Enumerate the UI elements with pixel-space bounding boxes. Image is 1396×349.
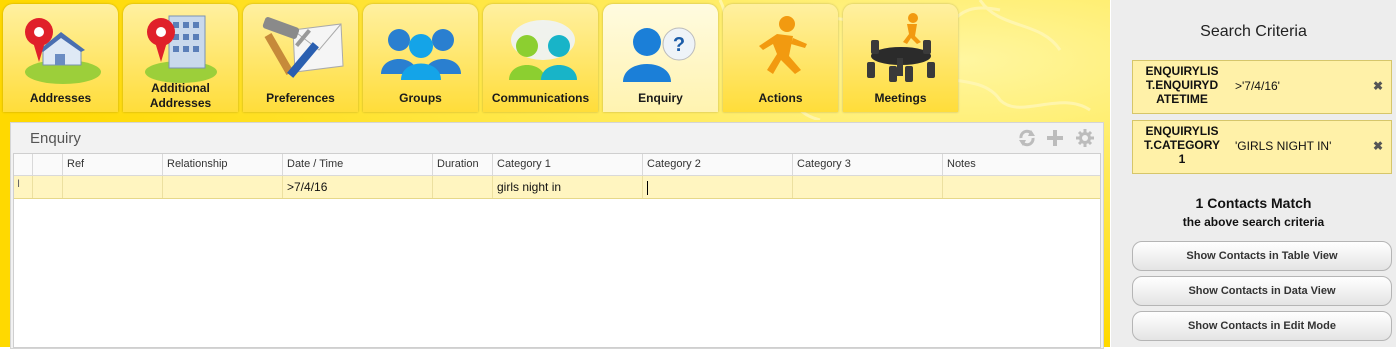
table-header: Ref Relationship Date / Time Duration Ca… (14, 154, 1100, 176)
tab-meetings[interactable]: Meetings (843, 4, 958, 112)
tab-addresses[interactable]: Addresses (3, 4, 118, 112)
tab-enquiry[interactable]: ? Enquiry (603, 4, 718, 112)
tab-additional-addresses[interactable]: Additional Addresses (123, 4, 238, 112)
remove-criteria-icon[interactable]: ✖ (1373, 79, 1383, 93)
gear-icon (1076, 129, 1094, 147)
tab-label: Actions (758, 91, 803, 105)
add-icon-glyph (1047, 130, 1063, 146)
criteria-field-line: T.CATEGORY (1143, 138, 1220, 152)
settings-icon[interactable] (1075, 128, 1095, 148)
column-header-category-3[interactable]: Category 3 (792, 154, 942, 175)
column-header-rowmarker (14, 154, 32, 175)
column-header-date-time[interactable]: Date / Time (282, 154, 432, 175)
meeting-table-icon (867, 13, 935, 82)
show-table-view-button[interactable]: Show Contacts in Table View (1132, 241, 1392, 271)
table-cell-category-3[interactable] (792, 176, 942, 198)
criteria-field-line: ATETIME (1156, 92, 1208, 106)
add-icon[interactable] (1045, 128, 1065, 148)
table-cell-select[interactable] (32, 176, 62, 198)
enquiry-table: Ref Relationship Date / Time Duration Ca… (13, 153, 1101, 348)
column-header-relationship[interactable]: Relationship (162, 154, 282, 175)
tab-label: Enquiry (638, 91, 683, 105)
sidebar-title: Search Criteria (1200, 23, 1307, 40)
tab-label: Additional Addresses (123, 81, 238, 111)
tab-label: Addresses (29, 91, 92, 105)
house-pin-icon (25, 18, 101, 84)
match-count: 1 Contacts Match (1195, 195, 1312, 211)
criteria-field-line: T.ENQUIRYD (1145, 78, 1219, 92)
running-man-icon (759, 16, 807, 74)
tab-label: Meetings (874, 91, 927, 105)
table-row[interactable]: I >7/4/16 girls night in (14, 176, 1100, 199)
text-cursor-icon: I (17, 178, 21, 190)
criteria-field-line: 1 (1178, 152, 1186, 166)
tab-label-line: Addresses (149, 96, 212, 110)
main-area: Addresses Additional Addresses Preferenc… (0, 0, 1110, 349)
show-edit-mode-button[interactable]: Show Contacts in Edit Mode (1132, 311, 1392, 341)
column-header-category-1[interactable]: Category 1 (492, 154, 642, 175)
tab-preferences[interactable]: Preferences (243, 4, 358, 112)
criteria-value: 'GIRLS NIGHT IN' (1235, 139, 1332, 153)
criteria-field: ENQUIRYLIS T.ENQUIRYD ATETIME (1133, 64, 1231, 106)
tab-groups[interactable]: Groups (363, 4, 478, 112)
building-pin-icon (145, 15, 217, 83)
tab-actions[interactable]: Actions (723, 4, 838, 112)
text-caret (647, 180, 648, 195)
table-cell-category-2[interactable] (642, 176, 792, 198)
criteria-field-line: ENQUIRYLIS (1145, 124, 1219, 138)
criteria-field-line: ENQUIRYLIS (1145, 64, 1219, 78)
svg-text:?: ? (673, 34, 685, 56)
tab-label: Groups (399, 91, 442, 105)
tab-label-line: Additional (151, 81, 210, 95)
criteria-item: ENQUIRYLIS T.ENQUIRYD ATETIME >'7/4/16' … (1132, 60, 1392, 114)
column-header-duration[interactable]: Duration (432, 154, 492, 175)
tab-communications[interactable]: Communications (483, 4, 598, 112)
people-chat-icon (509, 20, 577, 80)
refresh-icon-glyph (1019, 129, 1035, 147)
show-data-view-button[interactable]: Show Contacts in Data View (1132, 276, 1392, 306)
table-cell-category-1[interactable]: girls night in (492, 176, 642, 198)
column-header-category-2[interactable]: Category 2 (642, 154, 792, 175)
column-header-select (32, 154, 62, 175)
refresh-icon[interactable] (1017, 128, 1037, 148)
table-cell-ref[interactable] (62, 176, 162, 198)
tab-label: Preferences (266, 91, 335, 105)
tools-envelope-icon (262, 17, 344, 78)
criteria-field: ENQUIRYLIS T.CATEGORY 1 (1133, 124, 1231, 166)
table-cell-duration[interactable] (432, 176, 492, 198)
criteria-value: >'7/4/16' (1235, 79, 1280, 93)
criteria-item: ENQUIRYLIS T.CATEGORY 1 'GIRLS NIGHT IN'… (1132, 120, 1392, 174)
table-cell-date-time[interactable]: >7/4/16 (282, 176, 432, 198)
table-cell-notes[interactable] (942, 176, 1100, 198)
tab-label: Communications (491, 91, 590, 105)
people-group-icon (381, 29, 461, 80)
column-header-notes[interactable]: Notes (942, 154, 1100, 175)
enquiry-panel: Enquiry Ref Relationship Date / Time Dur… (10, 122, 1104, 349)
search-criteria-sidebar: Search Criteria ENQUIRYLIS T.ENQUIRYD AT… (1111, 0, 1396, 347)
remove-criteria-icon[interactable]: ✖ (1373, 139, 1383, 153)
column-header-ref[interactable]: Ref (62, 154, 162, 175)
table-cell-relationship[interactable] (162, 176, 282, 198)
match-subtext: the above search criteria (1182, 215, 1325, 229)
person-question-icon: ? (623, 27, 696, 82)
panel-title: Enquiry (30, 130, 81, 147)
